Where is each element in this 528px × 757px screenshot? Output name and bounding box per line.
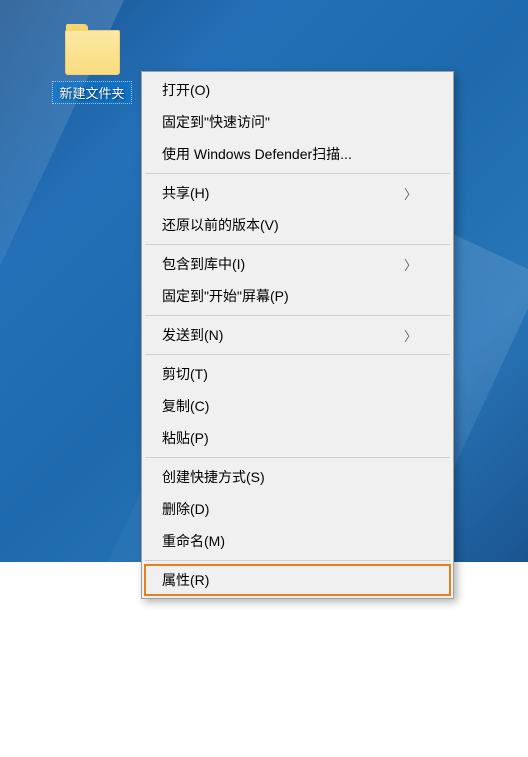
menu-label: 粘贴(P) xyxy=(162,428,209,448)
menu-label: 复制(C) xyxy=(162,396,209,416)
chevron-right-icon: 〉 xyxy=(404,184,421,203)
menu-label: 固定到"快速访问" xyxy=(162,112,270,132)
menu-item-open[interactable]: 打开(O) xyxy=(144,74,451,106)
menu-label: 重命名(M) xyxy=(162,531,225,551)
folder-icon xyxy=(65,30,120,75)
menu-item-send-to[interactable]: 发送到(N) 〉 xyxy=(144,319,451,351)
menu-label: 删除(D) xyxy=(162,499,209,519)
menu-separator xyxy=(145,354,450,355)
menu-item-defender-scan[interactable]: 使用 Windows Defender扫描... xyxy=(144,138,451,170)
menu-item-create-shortcut[interactable]: 创建快捷方式(S) xyxy=(144,461,451,493)
menu-label: 打开(O) xyxy=(162,80,210,100)
menu-label: 还原以前的版本(V) xyxy=(162,215,279,235)
menu-item-restore-versions[interactable]: 还原以前的版本(V) xyxy=(144,209,451,241)
menu-label: 共享(H) xyxy=(162,183,209,203)
menu-label: 固定到"开始"屏幕(P) xyxy=(162,286,289,306)
context-menu: 打开(O) 固定到"快速访问" 使用 Windows Defender扫描...… xyxy=(141,71,454,599)
menu-item-delete[interactable]: 删除(D) xyxy=(144,493,451,525)
menu-label: 使用 Windows Defender扫描... xyxy=(162,144,352,164)
chevron-right-icon: 〉 xyxy=(404,255,421,274)
folder-label: 新建文件夹 xyxy=(52,81,132,104)
menu-separator xyxy=(145,173,450,174)
menu-item-rename[interactable]: 重命名(M) xyxy=(144,525,451,557)
chevron-right-icon: 〉 xyxy=(404,326,421,345)
desktop-folder-icon[interactable]: 新建文件夹 xyxy=(52,30,132,104)
menu-item-pin-to-start[interactable]: 固定到"开始"屏幕(P) xyxy=(144,280,451,312)
menu-label: 创建快捷方式(S) xyxy=(162,467,265,487)
menu-separator xyxy=(145,560,450,561)
menu-item-cut[interactable]: 剪切(T) xyxy=(144,358,451,390)
menu-separator xyxy=(145,457,450,458)
menu-separator xyxy=(145,315,450,316)
menu-item-copy[interactable]: 复制(C) xyxy=(144,390,451,422)
menu-separator xyxy=(145,244,450,245)
menu-item-paste[interactable]: 粘贴(P) xyxy=(144,422,451,454)
menu-item-properties[interactable]: 属性(R) xyxy=(144,564,451,596)
menu-label: 属性(R) xyxy=(162,570,209,590)
menu-label: 剪切(T) xyxy=(162,364,208,384)
menu-label: 发送到(N) xyxy=(162,325,223,345)
menu-item-pin-quick-access[interactable]: 固定到"快速访问" xyxy=(144,106,451,138)
menu-item-share[interactable]: 共享(H) 〉 xyxy=(144,177,451,209)
menu-label: 包含到库中(I) xyxy=(162,254,245,274)
menu-item-include-in-library[interactable]: 包含到库中(I) 〉 xyxy=(144,248,451,280)
desktop-background: 新建文件夹 打开(O) 固定到"快速访问" 使用 Windows Defende… xyxy=(0,0,528,562)
